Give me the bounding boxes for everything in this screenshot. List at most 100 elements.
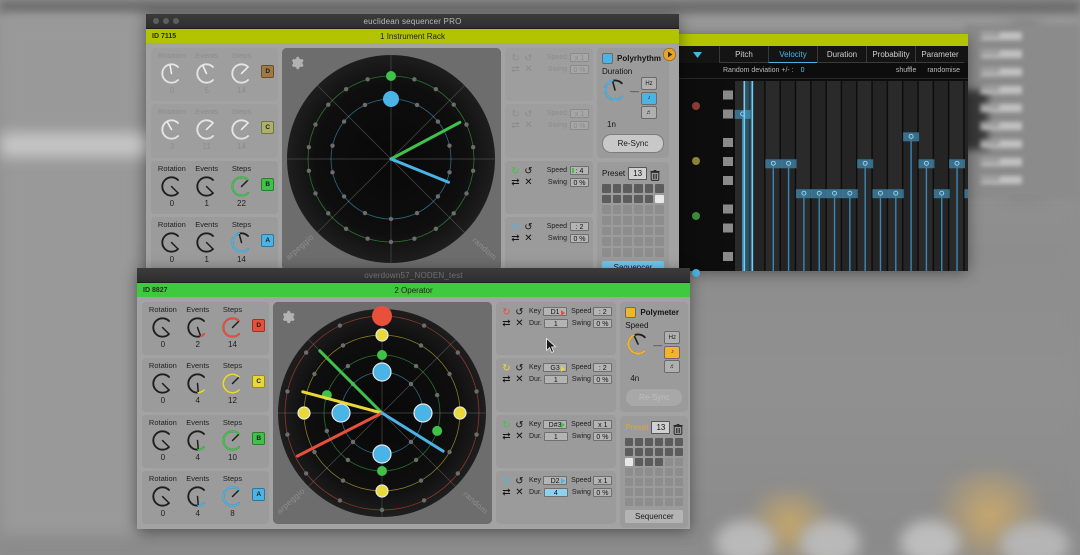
events-knob[interactable] [194, 61, 219, 86]
dur-field[interactable]: 1 [543, 319, 568, 328]
channel-button-a[interactable]: A [252, 487, 266, 501]
preset-slot[interactable] [655, 448, 664, 457]
rotation-knob[interactable] [159, 174, 184, 199]
rotation-knob[interactable] [159, 61, 184, 86]
preset-slot[interactable] [623, 194, 632, 204]
trash-icon[interactable] [650, 168, 660, 181]
random-icon[interactable]: ✕ [522, 233, 535, 244]
events-knob[interactable] [194, 174, 219, 199]
dur-field[interactable]: 4 [543, 487, 568, 497]
preset-slot[interactable] [675, 468, 684, 477]
steps-knob[interactable] [229, 61, 254, 86]
swing-field[interactable]: 0 % [570, 65, 589, 74]
forward-arrow-icon[interactable]: ↻ [509, 166, 522, 177]
speed-swing-row[interactable]: ↻ ↺ ⇄ ✕ Speed x 1 Swing 0 % [505, 48, 593, 102]
tab-pitch[interactable]: Pitch [719, 46, 768, 63]
preset-slot[interactable] [675, 488, 684, 497]
direction-icons[interactable]: ↻ ↺ ⇄ ✕ [500, 363, 526, 385]
rotation-knob[interactable] [159, 117, 184, 142]
tab-duration[interactable]: Duration [817, 46, 866, 63]
preset-slot[interactable] [635, 458, 644, 467]
preset-slot[interactable] [645, 498, 654, 507]
lane-color-dot[interactable] [692, 212, 700, 220]
euclid-row[interactable]: Rotation 0 Events 4 Steps 10 B [142, 414, 269, 468]
preset-slot[interactable] [655, 184, 664, 193]
events-knob[interactable] [185, 315, 210, 340]
preset-slot[interactable] [623, 226, 632, 236]
preset-slot[interactable] [645, 488, 654, 497]
events-knob[interactable] [185, 428, 210, 453]
key-field[interactable]: D1 [543, 307, 568, 316]
unit-buttons[interactable]: Hz ♪ ♬ [641, 77, 657, 119]
preset-slot[interactable] [675, 458, 684, 467]
preset-slot[interactable] [655, 237, 664, 247]
channel-button-d[interactable]: D [252, 319, 266, 332]
unit-buttons[interactable]: Hz ♪ ♬ [664, 331, 681, 373]
random-icon[interactable]: ✕ [522, 64, 535, 75]
preset-slot[interactable] [644, 226, 654, 236]
channel-button-b[interactable]: B [261, 177, 275, 191]
preset-slot[interactable] [635, 438, 644, 447]
preset-slot[interactable] [634, 226, 643, 236]
euclid-row[interactable]: Rotation 0 Events 4 Steps 8 A [142, 470, 269, 524]
preset-slot[interactable] [644, 248, 654, 257]
tab-velocity[interactable]: Velocity [768, 46, 817, 63]
duration-knob[interactable] [625, 331, 651, 357]
preset-slot[interactable] [655, 226, 664, 236]
preset-slot[interactable] [644, 216, 654, 225]
forward-arrow-icon[interactable]: ↻ [500, 363, 513, 374]
preset-slot[interactable] [623, 205, 632, 215]
random-icon[interactable]: ✕ [522, 177, 535, 188]
velocity-grid[interactable] [675, 79, 981, 271]
preset-slot[interactable] [655, 216, 664, 225]
dur-field[interactable]: 1 [543, 431, 568, 441]
pendulum-icon[interactable]: ⇄ [509, 233, 522, 244]
window-titlebar-2[interactable]: overdown57_NODEN_test [137, 268, 690, 283]
events-knob[interactable] [194, 117, 219, 142]
preset-slot[interactable] [665, 468, 674, 477]
preset-slot[interactable] [625, 478, 634, 487]
random-icon[interactable]: ✕ [513, 487, 526, 498]
preset-slot[interactable] [634, 184, 643, 193]
preset-slot[interactable] [655, 194, 664, 204]
preset-slot[interactable] [655, 248, 664, 257]
lane-color-dot[interactable] [692, 102, 700, 110]
pendulum-icon[interactable]: ⇄ [500, 431, 513, 442]
steps-knob[interactable] [220, 428, 245, 453]
random-deviation-value[interactable]: 0 [801, 67, 805, 74]
preset-slot[interactable] [612, 248, 622, 257]
channel-button-b[interactable]: B [252, 431, 266, 445]
random-icon[interactable]: ✕ [522, 120, 535, 131]
preset-slot[interactable] [665, 438, 674, 447]
speed-field[interactable]: : 4 [570, 165, 589, 175]
polar-display-2[interactable]: arpeggio random [273, 302, 492, 524]
preset-slot[interactable] [655, 458, 664, 467]
swing-field[interactable]: 0 % [570, 177, 589, 187]
random-icon[interactable]: ✕ [513, 318, 526, 329]
forward-arrow-icon[interactable]: ↻ [509, 53, 522, 64]
preset-slot[interactable] [612, 237, 622, 247]
events-knob[interactable] [185, 484, 210, 509]
forward-arrow-icon[interactable]: ↻ [500, 476, 513, 487]
direction-icons[interactable]: ↻ ↺ ⇄ ✕ [509, 109, 535, 131]
preset-slot[interactable] [612, 205, 622, 215]
preset-slot[interactable] [665, 488, 674, 497]
key-row[interactable]: ↻ ↺ ⇄ ✕ Key G3 Speed: 2 Dur. 1 Swing 0 % [496, 358, 617, 412]
preset-slot[interactable] [634, 248, 643, 257]
steps-knob[interactable] [220, 371, 245, 396]
reverse-arrow-icon[interactable]: ↺ [513, 307, 526, 318]
preset-slot[interactable] [665, 478, 674, 487]
preset-slot[interactable] [612, 194, 622, 204]
preset-slot[interactable] [602, 226, 611, 236]
note-unit-button[interactable]: ♪ [641, 91, 657, 105]
speed-field[interactable]: : 2 [570, 221, 589, 231]
preset-slot[interactable] [612, 216, 622, 225]
lane-color-dot[interactable] [692, 269, 700, 277]
forward-arrow-icon[interactable]: ↻ [500, 420, 513, 431]
key-row[interactable]: ↻ ↺ ⇄ ✕ Key D#3 Speed x 1 Dur. 1 Swing 0 % [496, 414, 617, 468]
steps-knob[interactable] [220, 315, 245, 340]
preset-slot[interactable] [665, 498, 674, 507]
channel-button-d[interactable]: D [261, 65, 275, 78]
preset-slot[interactable] [635, 468, 644, 477]
channel-button-c[interactable]: C [261, 121, 275, 135]
